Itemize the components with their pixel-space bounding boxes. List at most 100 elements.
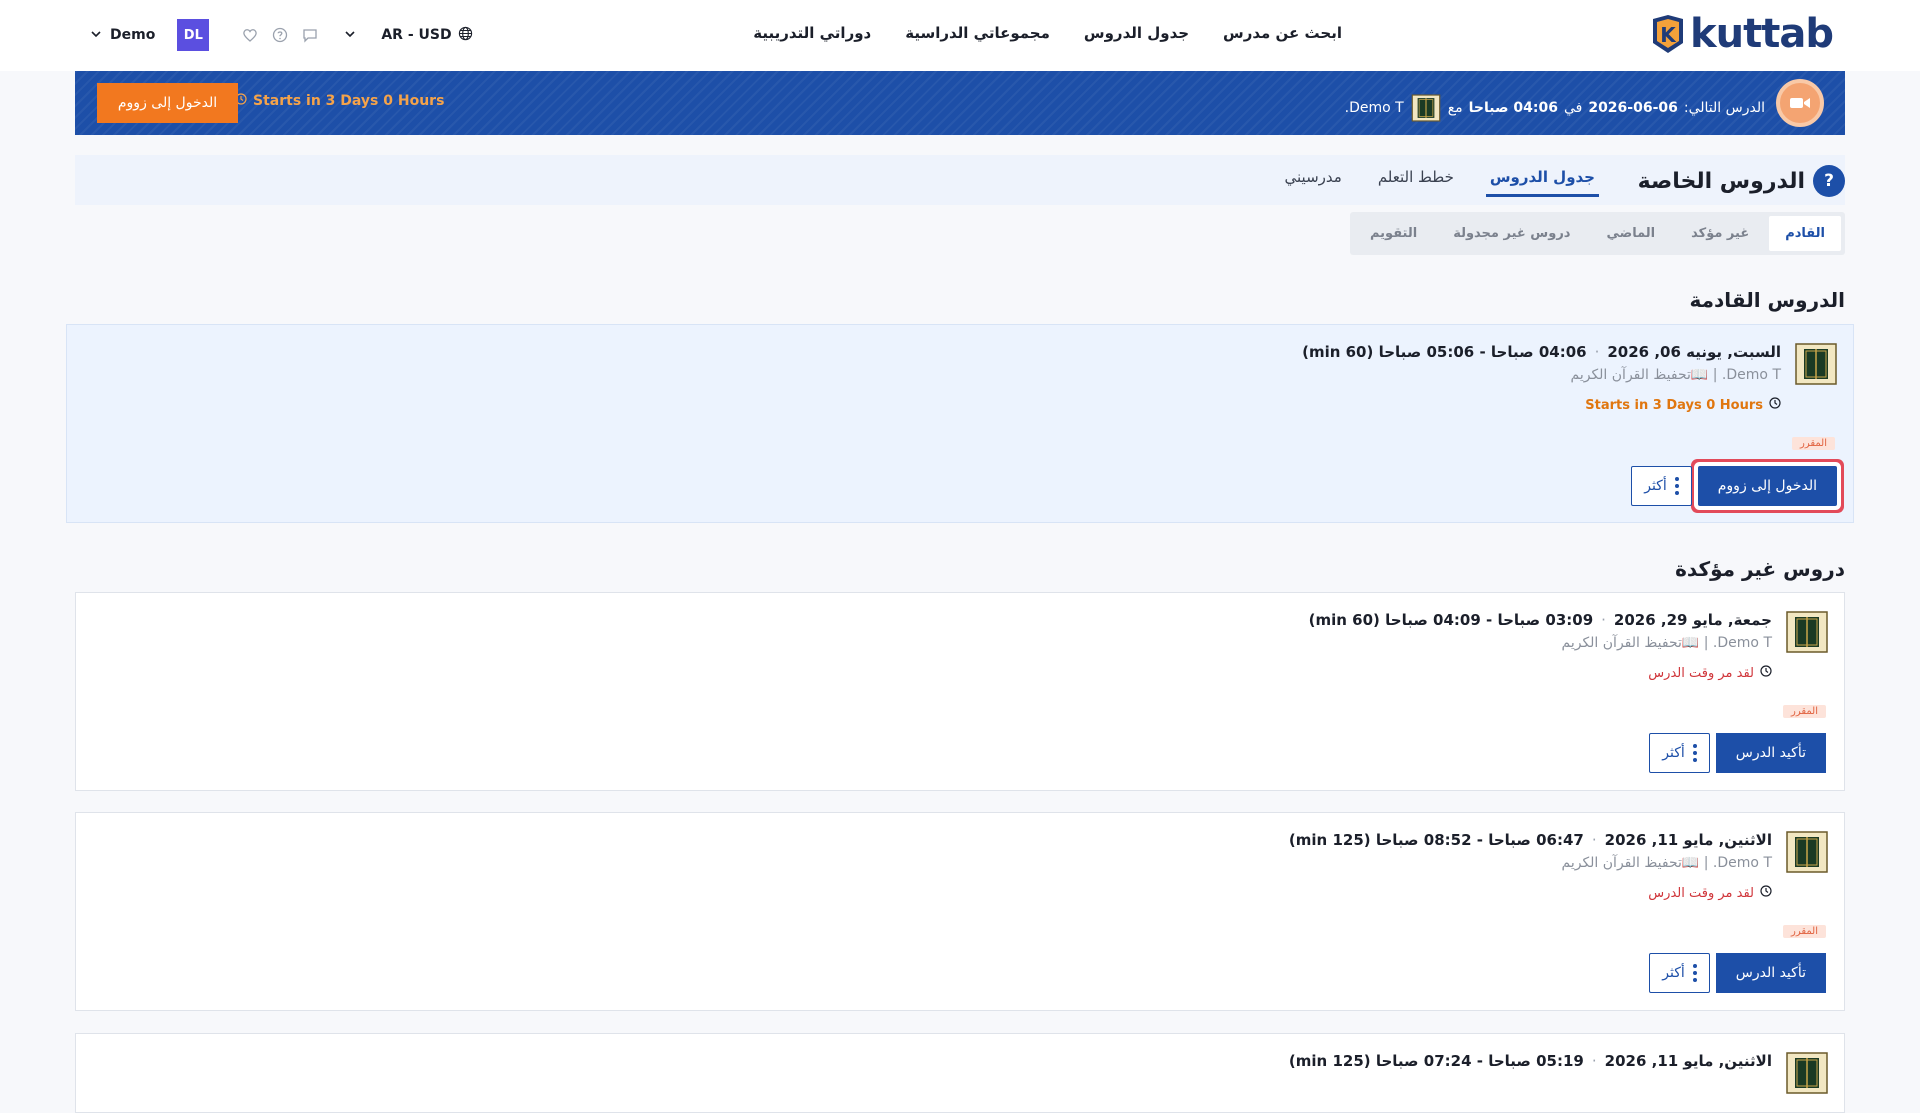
lesson-card: الاثنين, مايو 11, 2026 · 05:19 صباحا - 0… [75,1033,1845,1113]
confirm-lesson-button[interactable]: تأكيد الدرس [1715,953,1826,993]
status-badge: المقرر [1782,705,1826,718]
kebab-menu-icon [1692,964,1697,982]
next-lesson-time: 04:06 صباحا [1468,100,1558,116]
tab-lesson-schedule[interactable]: جدول الدروس [1485,168,1599,197]
lesson-actions: تأكيد الدرس أكثر [1649,733,1826,773]
subtab-past[interactable]: الماضي [1590,216,1671,251]
lesson-card: الاثنين, مايو 11, 2026 · 06:47 صباحا - 0… [75,812,1845,1011]
lesson-date: جمعة, مايو 29, 2026 [1613,611,1772,629]
quran-book-icon [1410,92,1442,124]
subtab-unconfirmed[interactable]: غير مؤكد [1675,216,1765,251]
quran-book-icon [1786,831,1828,873]
next-lesson-label: الدرس التالي: [1683,100,1765,116]
lesson-datetime: السبت, يونيه 06, 2026 · 04:06 صباحا - 05… [1302,343,1781,361]
lesson-teacher-subject: Demo T. | 📖تحفيظ القرآن الكريم [1570,367,1782,383]
page-title-text: الدروس الخاصة [1637,168,1805,194]
banner-countdown: Starts in 3 Days 0 Hours [235,93,444,109]
more-options-button[interactable]: أكثر [1649,733,1710,773]
lesson-teacher-subject: Demo T. | 📖تحفيظ القرآن الكريم [1561,635,1773,651]
quran-book-icon [1795,343,1837,385]
nav-study-groups[interactable]: مجموعاتي الدراسية [905,24,1050,42]
nav-find-teacher[interactable]: ابحث عن مدرس [1223,24,1342,42]
quran-book-icon [1786,611,1828,653]
video-camera-icon [1776,79,1824,127]
main-nav-links: ابحث عن مدرس جدول الدروس مجموعاتي الدراس… [753,24,1342,42]
subtab-unscheduled[interactable]: دروس غير مجدولة [1437,216,1586,251]
svg-text:K: K [1660,23,1677,47]
more-label: أكثر [1644,478,1667,494]
top-navigation: K kuttab ابحث عن مدرس جدول الدروس مجموعا… [0,0,1920,71]
quran-book-icon [1786,1052,1828,1094]
status-badge: المقرر [1782,925,1826,938]
next-lesson-teacher: Demo T. [1344,100,1404,116]
separator-dot: · [1594,343,1600,361]
lesson-datetime: الاثنين, مايو 11, 2026 · 05:19 صباحا - 0… [1289,1052,1772,1070]
lesson-datetime: جمعة, مايو 29, 2026 · 03:09 صباحا - 04:0… [1309,611,1772,629]
globe-icon [458,26,473,45]
lesson-date: الاثنين, مايو 11, 2026 [1604,831,1772,849]
subtab-upcoming[interactable]: القادم [1769,216,1841,251]
logo-mark-icon: K [1647,13,1689,55]
nav-lesson-schedule[interactable]: جدول الدروس [1084,24,1189,42]
lesson-actions: الدخول إلى زووم أكثر [1631,466,1837,506]
lesson-time: 06:47 صباحا - 08:52 صباحا (125 min) [1288,831,1584,849]
lesson-filter-tabs: القادم غير مؤكد الماضي دروس غير مجدولة ا… [1349,212,1845,255]
language-currency-select[interactable]: AR - USD [345,26,472,45]
more-label: أكثر [1662,745,1685,761]
nav-utilities: Demo DL AR - USD [91,19,473,51]
next-lesson-with: مع [1447,100,1463,116]
separator-dot: · [1601,611,1606,629]
lesson-teacher-subject: Demo T. | 📖تحفيظ القرآن الكريم [1561,855,1773,871]
lesson-status-text: لقد مر وقت الدرس [1648,885,1754,901]
lesson-status-text: لقد مر وقت الدرس [1648,665,1754,681]
join-zoom-button[interactable]: الدخول إلى زووم [1697,466,1837,506]
nav-my-courses[interactable]: دوراتي التدريبية [753,24,871,42]
chevron-down-icon [345,29,355,42]
chat-icon[interactable] [299,24,321,46]
separator-dot: · [1591,1052,1597,1070]
next-lesson-banner: الدرس التالي: 2026-06-06 في 04:06 صباحا … [75,71,1845,135]
lesson-time: 03:09 صباحا - 04:09 صباحا (60 min) [1308,611,1594,629]
lesson-status: لقد مر وقت الدرس [1648,885,1772,901]
tab-my-teachers[interactable]: مدرسيني [1281,168,1346,197]
avatar[interactable]: DL [177,19,210,51]
logo-text: kuttab [1690,11,1834,57]
private-lessons-header: ? الدروس الخاصة جدول الدروس خطط التعلم م… [75,155,1845,205]
clock-icon [1760,665,1772,681]
help-circle-icon[interactable] [269,24,291,46]
help-icon[interactable]: ? [1813,165,1845,197]
banner-countdown-text: Starts in 3 Days 0 Hours [253,93,445,109]
user-menu[interactable]: Demo [91,27,155,43]
lesson-status: لقد مر وقت الدرس [1648,665,1772,681]
kebab-menu-icon [1692,744,1697,762]
kuttab-logo[interactable]: K kuttab [1647,11,1834,57]
heart-icon[interactable] [239,24,261,46]
clock-icon [1769,397,1781,413]
language-currency-label: AR - USD [381,27,452,43]
lesson-time: 05:19 صباحا - 07:24 صباحا (125 min) [1288,1052,1584,1070]
status-badge: المقرر [1791,437,1835,450]
next-lesson-at: في [1563,100,1583,116]
subtab-calendar[interactable]: التقويم [1354,216,1433,251]
clock-icon [1760,885,1772,901]
more-options-button[interactable]: أكثر [1631,466,1692,506]
banner-join-zoom-button[interactable]: الدخول إلى زووم [97,83,238,123]
more-options-button[interactable]: أكثر [1649,953,1710,993]
lesson-date: الاثنين, مايو 11, 2026 [1604,1052,1772,1070]
main-tabs: جدول الدروس خطط التعلم مدرسيني [1281,168,1599,197]
lesson-countdown: Starts in 3 Days 0 Hours [1585,397,1781,413]
chevron-down-icon [91,29,101,42]
separator-dot: · [1591,831,1597,849]
user-name: Demo [110,27,156,43]
confirm-lesson-button[interactable]: تأكيد الدرس [1715,733,1826,773]
lesson-time: 04:06 صباحا - 05:06 صباحا (60 min) [1302,343,1587,361]
lesson-date: السبت, يونيه 06, 2026 [1607,343,1781,361]
page-title: ? الدروس الخاصة [1638,165,1845,197]
lesson-card: السبت, يونيه 06, 2026 · 04:06 صباحا - 05… [66,324,1854,523]
next-lesson-date: 2026-06-06 [1588,100,1678,116]
tab-learning-plans[interactable]: خطط التعلم [1374,168,1458,197]
unconfirmed-section-title: دروس غير مؤكدة [1675,557,1845,581]
lesson-card: جمعة, مايو 29, 2026 · 03:09 صباحا - 04:0… [75,592,1845,791]
lesson-datetime: الاثنين, مايو 11, 2026 · 06:47 صباحا - 0… [1289,831,1772,849]
next-lesson-info: الدرس التالي: 2026-06-06 في 04:06 صباحا … [1345,92,1765,124]
